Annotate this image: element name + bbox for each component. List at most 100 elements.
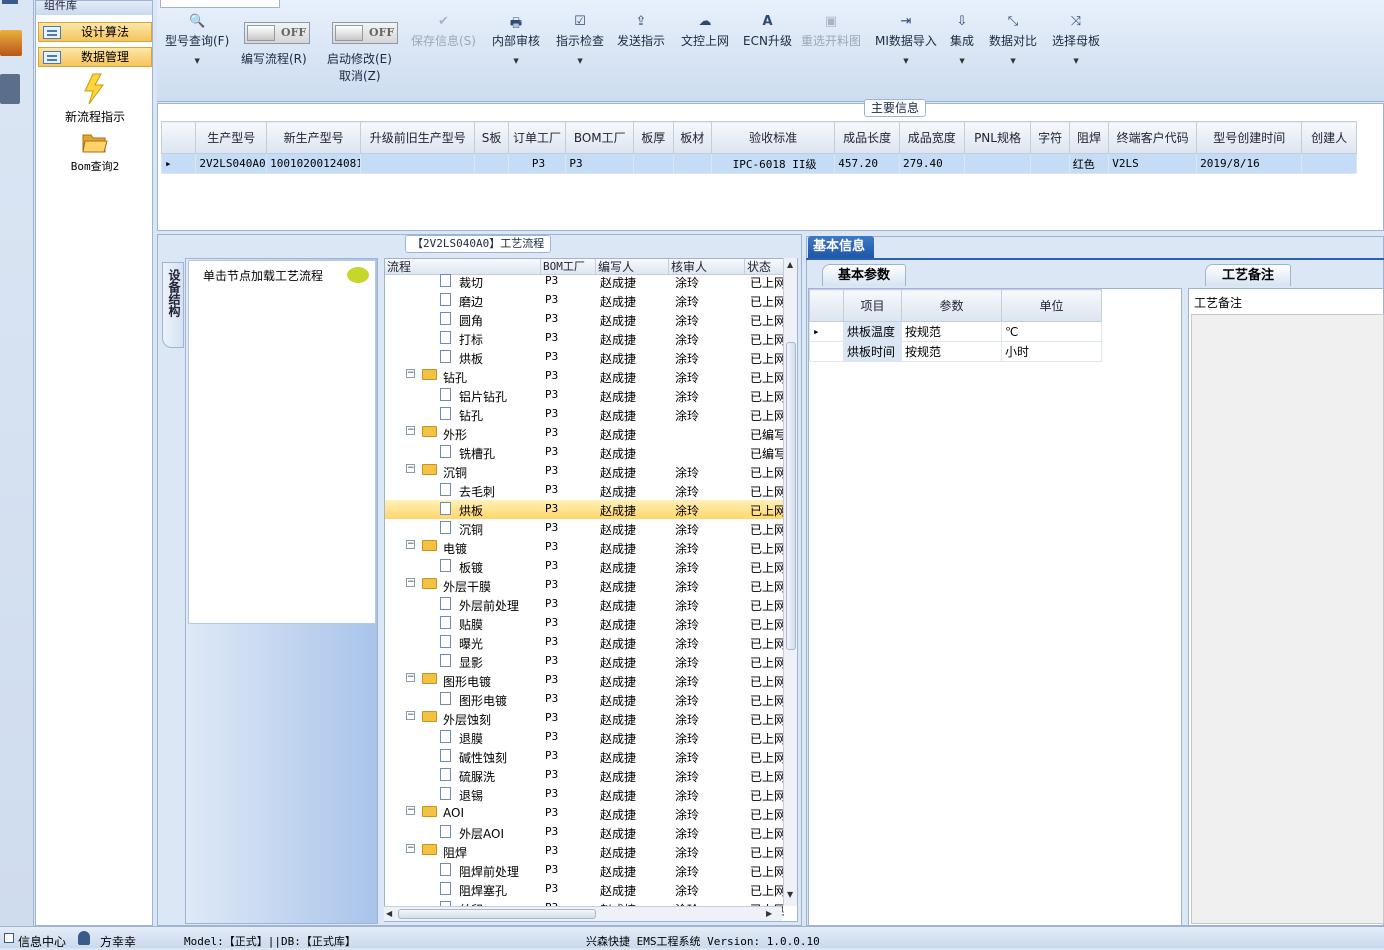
tab-new-process-instruction[interactable] xyxy=(160,0,280,8)
tree-row[interactable]: 烘板 P3 赵成捷 涂玲 已上网 xyxy=(385,348,785,367)
tree-row[interactable]: 烘板 P3 赵成捷 涂玲 已上网 xyxy=(385,500,785,519)
tree-row[interactable]: 碱性蚀刻 P3 赵成捷 涂玲 已上网 xyxy=(385,747,785,766)
tree-row[interactable]: 打标 P3 赵成捷 涂玲 已上网 xyxy=(385,329,785,348)
table-cell[interactable]: 烘板时间 xyxy=(843,341,902,362)
chevron-down-icon[interactable]: ▼ xyxy=(556,57,604,65)
column-header[interactable]: 项目 xyxy=(843,289,902,322)
collapse-icon[interactable]: − xyxy=(406,426,415,435)
tab-basic-info[interactable]: 基本信息 xyxy=(808,236,874,258)
tab-process-notes[interactable]: 工艺备注 xyxy=(1205,264,1291,286)
collapse-icon[interactable]: − xyxy=(406,806,415,815)
table-cell[interactable]: 457.20 xyxy=(834,153,900,174)
tree-row[interactable]: − 外形 P3 赵成捷 已编写 xyxy=(385,424,785,443)
table-cell[interactable] xyxy=(672,153,712,174)
column-header[interactable]: 订单工厂 xyxy=(507,121,567,154)
collapse-icon[interactable]: − xyxy=(406,369,415,378)
save-info-button[interactable]: ✔ 保存信息(S) xyxy=(411,14,476,49)
row-indicator[interactable]: ▸ xyxy=(160,153,197,174)
write-process-toggle[interactable]: OFF xyxy=(244,22,310,44)
process-notes-textarea[interactable] xyxy=(1191,314,1384,924)
collapse-icon[interactable]: − xyxy=(406,464,415,473)
table-cell[interactable] xyxy=(1301,153,1357,174)
tree-row[interactable]: − 沉铜 P3 赵成捷 涂玲 已上网 xyxy=(385,462,785,481)
column-header[interactable]: S板 xyxy=(474,121,509,154)
table-row[interactable]: ▸ 烘板温度 按规范 ℃ xyxy=(809,321,1102,342)
table-row[interactable]: ▸ 2V2LS040A0 10010200124081 P3 P3 IPC-60… xyxy=(160,153,1357,174)
column-header[interactable]: 终端客户代码 xyxy=(1108,121,1198,154)
table-cell[interactable]: V2LS xyxy=(1108,153,1198,174)
integration-button[interactable]: ⇩ 集成 ▼ xyxy=(950,14,974,65)
tool-new-process-instruction[interactable]: 新流程指示 xyxy=(38,73,152,125)
table-cell[interactable]: 烘板温度 xyxy=(843,321,902,342)
scroll-right-icon[interactable]: ▶ xyxy=(766,909,772,918)
table-cell[interactable]: P3 xyxy=(507,153,567,174)
chevron-down-icon[interactable]: ▼ xyxy=(165,57,229,65)
column-header[interactable]: 验收标准 xyxy=(710,121,836,154)
scroll-thumb[interactable] xyxy=(786,342,796,650)
internal-review-button[interactable]: 🖶 内部审核 ▼ xyxy=(492,14,540,65)
column-header[interactable]: 型号创建时间 xyxy=(1196,121,1303,154)
tree-row[interactable]: 退膜 P3 赵成捷 涂玲 已上网 xyxy=(385,728,785,747)
reselect-cutting-chart-button[interactable]: ▣ 重选开料图 xyxy=(801,14,861,49)
tree-row[interactable]: − 外层干膜 P3 赵成捷 涂玲 已上网 xyxy=(385,576,785,595)
tree-row[interactable]: 贴膜 P3 赵成捷 涂玲 已上网 xyxy=(385,614,785,633)
table-cell[interactable] xyxy=(963,153,1032,174)
tree-row[interactable]: 钻孔 P3 赵成捷 涂玲 已上网 xyxy=(385,405,785,424)
row-indicator[interactable]: ▸ xyxy=(809,321,844,342)
select-master-board-button[interactable]: ⤨ 选择母板 ▼ xyxy=(1052,14,1100,65)
collapse-icon[interactable]: − xyxy=(406,578,415,587)
mi-data-import-button[interactable]: ⇥ MI数据导入 ▼ xyxy=(875,14,937,65)
scroll-up-icon[interactable]: ▲ xyxy=(787,260,793,269)
scroll-thumb[interactable] xyxy=(398,909,596,919)
nav-data-management[interactable]: 数据管理 xyxy=(38,47,152,67)
column-header[interactable]: PNL规格 xyxy=(963,121,1032,154)
chevron-down-icon[interactable]: ▼ xyxy=(950,57,974,65)
column-header[interactable]: 成品宽度 xyxy=(898,121,965,154)
tree-row[interactable]: 退锡 P3 赵成捷 涂玲 已上网 xyxy=(385,785,785,804)
table-cell[interactable]: 2019/8/16 xyxy=(1196,153,1303,174)
ecn-upgrade-button[interactable]: A ECN升级 xyxy=(743,14,792,49)
chevron-down-icon[interactable]: ▼ xyxy=(492,57,540,65)
tool-bom-query2[interactable]: Bom查询2 xyxy=(38,131,152,174)
column-header[interactable]: 参数 xyxy=(901,289,1002,322)
calculator-icon[interactable] xyxy=(0,74,20,104)
start-edit-toggle[interactable]: OFF xyxy=(332,22,398,44)
collapse-icon[interactable]: − xyxy=(406,673,415,682)
table-row[interactable]: 烘板时间 按规范 小时 xyxy=(809,341,1102,362)
tab-basic-params[interactable]: 基本参数 xyxy=(822,264,906,286)
tree-row[interactable]: 板镀 P3 赵成捷 涂玲 已上网 xyxy=(385,557,785,576)
table-cell[interactable]: 按规范 xyxy=(901,341,1002,362)
info-center-icon[interactable] xyxy=(4,933,14,943)
tree-row[interactable]: − AOI P3 赵成捷 涂玲 已上网 xyxy=(385,804,785,823)
collapse-icon[interactable]: − xyxy=(406,540,415,549)
cancel-label[interactable]: 取消(Z) xyxy=(339,67,381,84)
model-query-button[interactable]: 🔍 型号查询(F) ▼ xyxy=(165,14,229,65)
row-indicator[interactable] xyxy=(809,341,844,362)
tree-row[interactable]: 阻焊前处理 P3 赵成捷 涂玲 已上网 xyxy=(385,861,785,880)
tree-row[interactable]: 沉铜 P3 赵成捷 涂玲 已上网 xyxy=(385,519,785,538)
table-cell[interactable] xyxy=(474,153,509,174)
tree-row[interactable]: 阻焊塞孔 P3 赵成捷 涂玲 已上网 xyxy=(385,880,785,899)
tree-row[interactable]: − 钻孔 P3 赵成捷 涂玲 已上网 xyxy=(385,367,785,386)
nav-design-algorithm[interactable]: 设计算法 xyxy=(38,22,152,42)
column-header[interactable]: 字符 xyxy=(1030,121,1070,154)
table-cell[interactable]: 小时 xyxy=(1001,341,1102,362)
table-cell[interactable]: 279.40 xyxy=(898,153,965,174)
node-hint-box[interactable]: 单击节点加载工艺流程 xyxy=(188,260,376,624)
table-cell[interactable]: IPC-6018 II级 xyxy=(710,153,836,174)
column-header[interactable]: 升级前旧生产型号 xyxy=(360,121,476,154)
tree-row[interactable]: 去毛刺 P3 赵成捷 涂玲 已上网 xyxy=(385,481,785,500)
tree-horizontal-scrollbar[interactable]: ◀ ▶ xyxy=(384,906,782,921)
tree-row[interactable]: 曝光 P3 赵成捷 涂玲 已上网 xyxy=(385,633,785,652)
info-center-label[interactable]: 信息中心 xyxy=(18,933,66,950)
table-cell[interactable] xyxy=(633,153,674,174)
tree-row[interactable]: 裁切 P3 赵成捷 涂玲 已上网 xyxy=(385,272,785,291)
tree-row[interactable]: 硫脲洗 P3 赵成捷 涂玲 已上网 xyxy=(385,766,785,785)
column-header[interactable]: 创建人 xyxy=(1301,121,1357,154)
tree-row[interactable]: − 图形电镀 P3 赵成捷 涂玲 已上网 xyxy=(385,671,785,690)
tree-row[interactable]: 铝片钻孔 P3 赵成捷 涂玲 已上网 xyxy=(385,386,785,405)
send-instruction-button[interactable]: ⇪ 发送指示 xyxy=(617,14,665,49)
tree-row[interactable]: 磨边 P3 赵成捷 涂玲 已上网 xyxy=(385,291,785,310)
chevron-down-icon[interactable]: ▼ xyxy=(1052,57,1100,65)
instruction-check-button[interactable]: ☑ 指示检查 ▼ xyxy=(556,14,604,65)
